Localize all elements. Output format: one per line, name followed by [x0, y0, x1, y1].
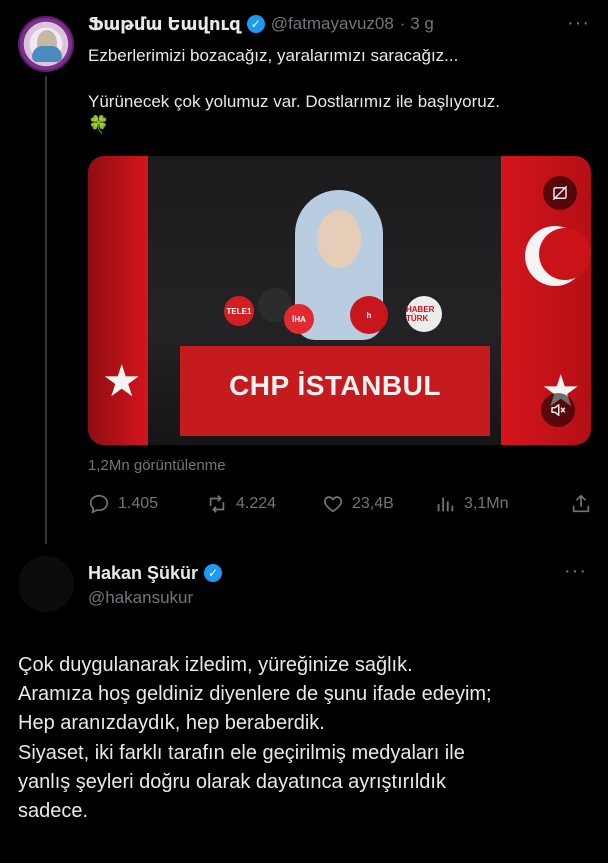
heart-icon — [324, 496, 342, 513]
microphone: İHA — [284, 304, 314, 334]
tweet-text-line: Siyaset, iki farklı tarafın ele geçirilm… — [18, 741, 465, 764]
like-count: 23,4B — [352, 495, 394, 512]
repost-icon — [209, 495, 225, 513]
verified-badge-icon: ✓ — [204, 564, 223, 582]
timestamp[interactable]: · 3 g — [400, 14, 434, 34]
like-button[interactable]: 23,4B — [322, 493, 434, 515]
analytics-icon — [437, 497, 454, 512]
more-options-icon[interactable]: ··· — [564, 560, 587, 583]
turkish-flag-left: ★ — [88, 156, 148, 445]
tweet-text-line: Ezberlerimizi bozacağız, yaralarımızı sa… — [88, 46, 459, 65]
view-count-label: 1,2Mn görüntülenme — [88, 457, 226, 474]
tweet-header: Hakan Şükür ✓ — [88, 561, 223, 585]
views-button[interactable]: 3,1Mn — [434, 493, 564, 515]
speaker-muted-icon — [551, 404, 566, 416]
tweet-text-line: Yürünecek çok yolumuz var. Dostlarımız i… — [88, 92, 500, 134]
microphone: HABER TÜRK — [406, 296, 442, 332]
handle[interactable]: @fatmayavuz08 — [271, 14, 394, 34]
podium: CHP İSTANBUL — [180, 346, 490, 436]
thread-line — [45, 76, 47, 544]
reply-count: 1.405 — [118, 495, 159, 512]
tweet-text-line: yanlış şeyleri doğru olarak dayatınca ay… — [18, 770, 446, 793]
image-off-icon — [552, 185, 568, 201]
avatar-scarf — [32, 46, 62, 62]
display-name[interactable]: Ֆաթմա Եավուզ — [88, 14, 241, 35]
microphone: h — [350, 296, 388, 334]
share-button[interactable] — [570, 493, 592, 515]
reply-icon — [89, 494, 109, 514]
more-options-icon[interactable]: ··· — [567, 12, 590, 35]
repost-button[interactable]: 4.224 — [206, 493, 322, 515]
handle[interactable]: @hakansukur — [88, 588, 193, 608]
views-count: 3,1Mn — [464, 495, 509, 512]
display-name[interactable]: Hakan Şükür — [88, 563, 198, 584]
avatar[interactable] — [18, 16, 74, 72]
star-icon: ★ — [102, 357, 142, 406]
reply-button[interactable]: 1.405 — [88, 493, 206, 515]
tweet-text-line: Hep aranızdaydık, hep beraberdik. — [18, 712, 325, 735]
microphone: TELE1 — [224, 296, 254, 326]
verified-badge-icon: ✓ — [246, 15, 265, 33]
video-player[interactable]: ★ ★ TELE1 İHA h HABER TÜRK CHP İSTANBUL — [88, 156, 591, 445]
podium-text: CHP İSTANBUL — [229, 370, 441, 401]
tweet-header: Ֆաթմա Եավուզ ✓ @fatmayavuz08 · 3 g — [88, 12, 434, 36]
repost-count: 4.224 — [236, 495, 277, 512]
action-bar: 1.405 4.224 23,4B 3,1Mn — [88, 490, 592, 518]
sensitive-media-icon[interactable] — [543, 176, 577, 210]
mute-button[interactable] — [541, 393, 575, 427]
share-icon — [572, 494, 590, 513]
tweet-text: Çok duygulanarak izledim, yüreğinize sağ… — [18, 651, 598, 826]
tweet-text: Ezberlerimizi bozacağız, yaralarımızı sa… — [88, 44, 588, 159]
tweet-text-line: sadece. — [18, 800, 89, 823]
tweet-text-line: Çok duygulanarak izledim, yüreğinize sağ… — [18, 654, 413, 676]
tweet-text-line: Aramıza hoş geldiniz diyenlere de şunu i… — [18, 683, 492, 706]
avatar[interactable] — [18, 556, 74, 612]
